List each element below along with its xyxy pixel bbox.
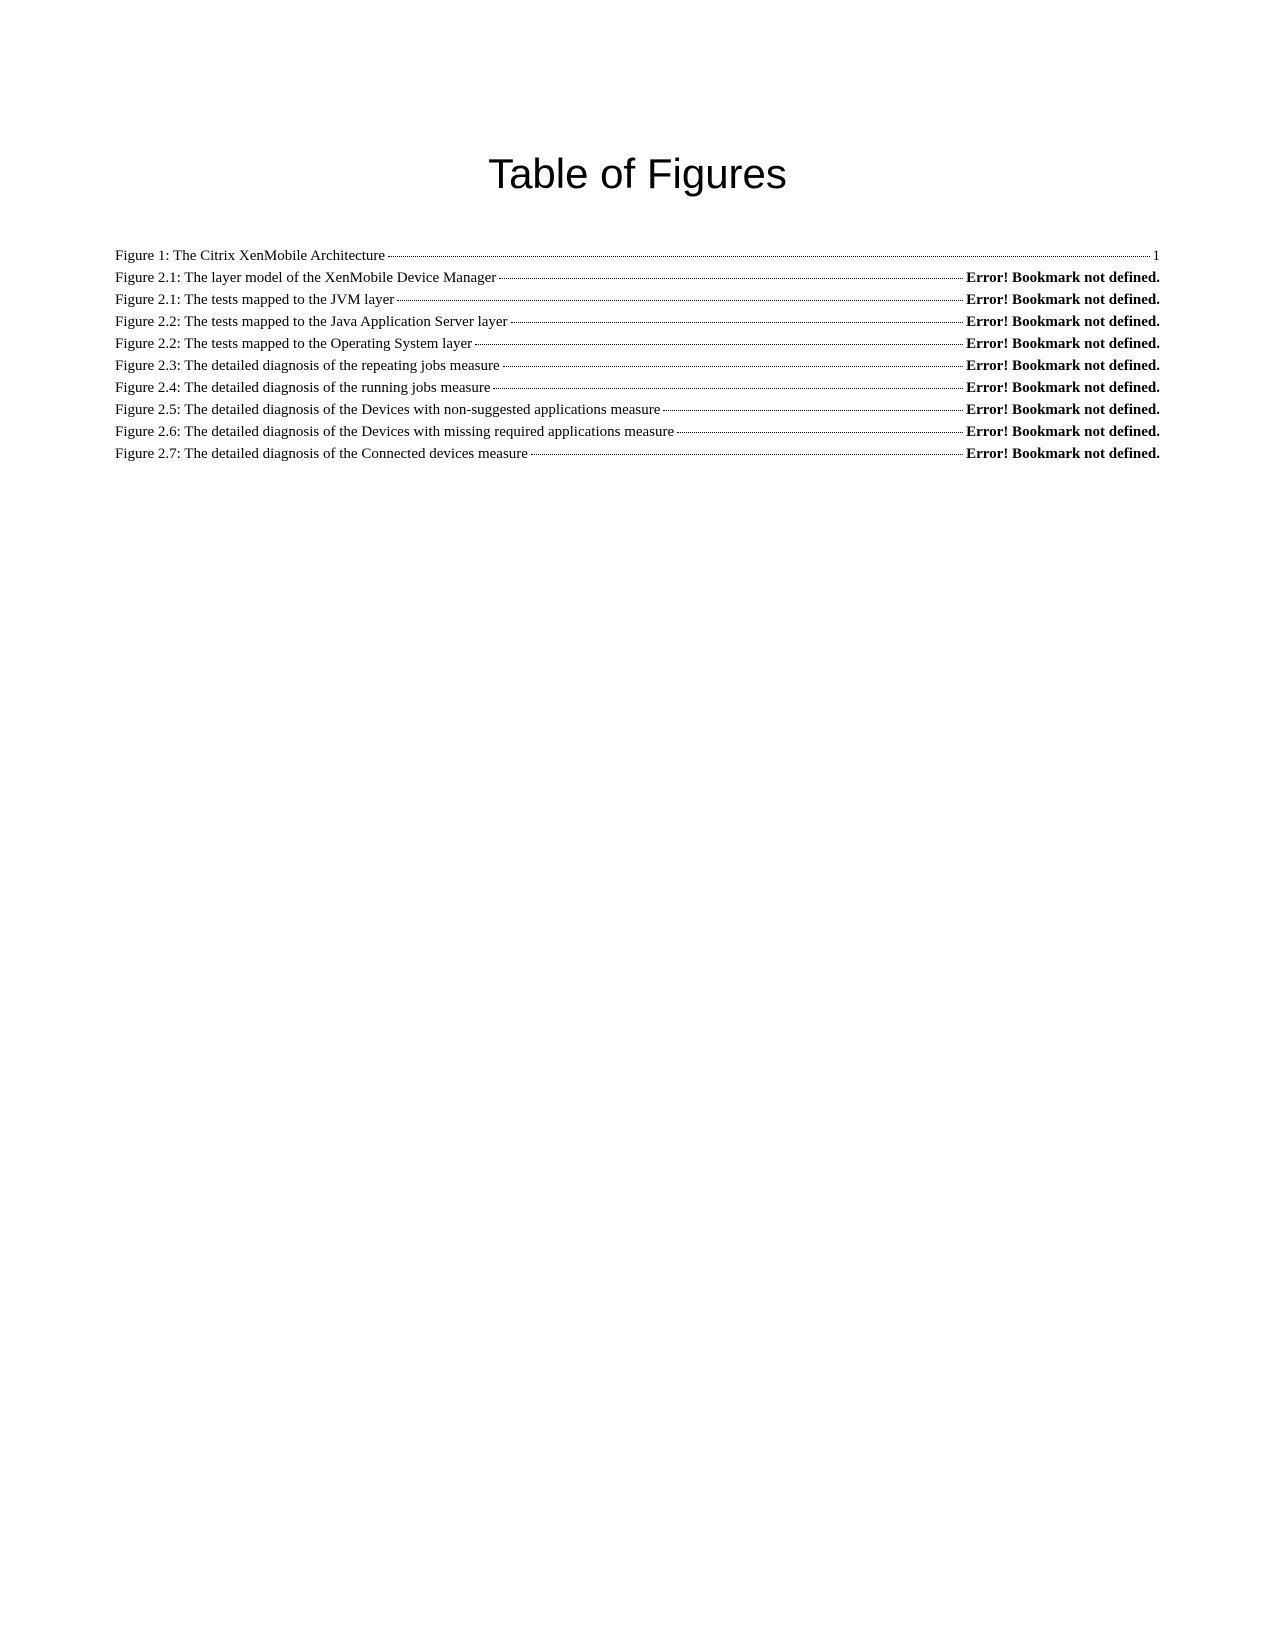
tof-dot-leader <box>531 454 963 455</box>
tof-entry-label: Figure 1: The Citrix XenMobile Architect… <box>115 246 385 267</box>
tof-entry: Figure 2.4: The detailed diagnosis of th… <box>115 378 1160 399</box>
tof-entry-page: Error! Bookmark not defined. <box>966 422 1160 443</box>
table-of-figures: Figure 1: The Citrix XenMobile Architect… <box>115 246 1160 465</box>
tof-entry-label: Figure 2.2: The tests mapped to the Oper… <box>115 334 472 355</box>
tof-entry: Figure 2.2: The tests mapped to the Oper… <box>115 334 1160 355</box>
tof-entry-label: Figure 2.1: The tests mapped to the JVM … <box>115 290 394 311</box>
tof-entry-page: Error! Bookmark not defined. <box>966 356 1160 377</box>
tof-entry-label: Figure 2.2: The tests mapped to the Java… <box>115 312 508 333</box>
tof-entry-label: Figure 2.5: The detailed diagnosis of th… <box>115 400 660 421</box>
tof-entry: Figure 2.1: The layer model of the XenMo… <box>115 268 1160 289</box>
tof-entry-label: Figure 2.4: The detailed diagnosis of th… <box>115 378 490 399</box>
tof-entry-page: Error! Bookmark not defined. <box>966 400 1160 421</box>
tof-dot-leader <box>511 322 964 323</box>
tof-dot-leader <box>503 366 963 367</box>
tof-entry-page: Error! Bookmark not defined. <box>966 444 1160 465</box>
tof-dot-leader <box>499 278 963 279</box>
tof-entry: Figure 2.6: The detailed diagnosis of th… <box>115 422 1160 443</box>
tof-dot-leader <box>475 344 963 345</box>
tof-dot-leader <box>397 300 963 301</box>
tof-dot-leader <box>663 410 963 411</box>
tof-entry-page: Error! Bookmark not defined. <box>966 334 1160 355</box>
tof-entry-page: Error! Bookmark not defined. <box>966 290 1160 311</box>
tof-entry-label: Figure 2.1: The layer model of the XenMo… <box>115 268 496 289</box>
tof-entry: Figure 1: The Citrix XenMobile Architect… <box>115 246 1160 267</box>
tof-entry-page: Error! Bookmark not defined. <box>966 268 1160 289</box>
tof-entry-label: Figure 2.7: The detailed diagnosis of th… <box>115 444 528 465</box>
tof-entry: Figure 2.7: The detailed diagnosis of th… <box>115 444 1160 465</box>
tof-entry-page: Error! Bookmark not defined. <box>966 378 1160 399</box>
tof-entry: Figure 2.5: The detailed diagnosis of th… <box>115 400 1160 421</box>
tof-entry-label: Figure 2.3: The detailed diagnosis of th… <box>115 356 500 377</box>
tof-entry: Figure 2.3: The detailed diagnosis of th… <box>115 356 1160 377</box>
tof-entry-label: Figure 2.6: The detailed diagnosis of th… <box>115 422 674 443</box>
tof-dot-leader <box>493 388 963 389</box>
page-title: Table of Figures <box>115 150 1160 198</box>
tof-entry: Figure 2.2: The tests mapped to the Java… <box>115 312 1160 333</box>
tof-dot-leader <box>388 256 1149 257</box>
tof-dot-leader <box>677 432 963 433</box>
tof-entry-page: 1 <box>1153 246 1161 267</box>
tof-entry-page: Error! Bookmark not defined. <box>966 312 1160 333</box>
tof-entry: Figure 2.1: The tests mapped to the JVM … <box>115 290 1160 311</box>
